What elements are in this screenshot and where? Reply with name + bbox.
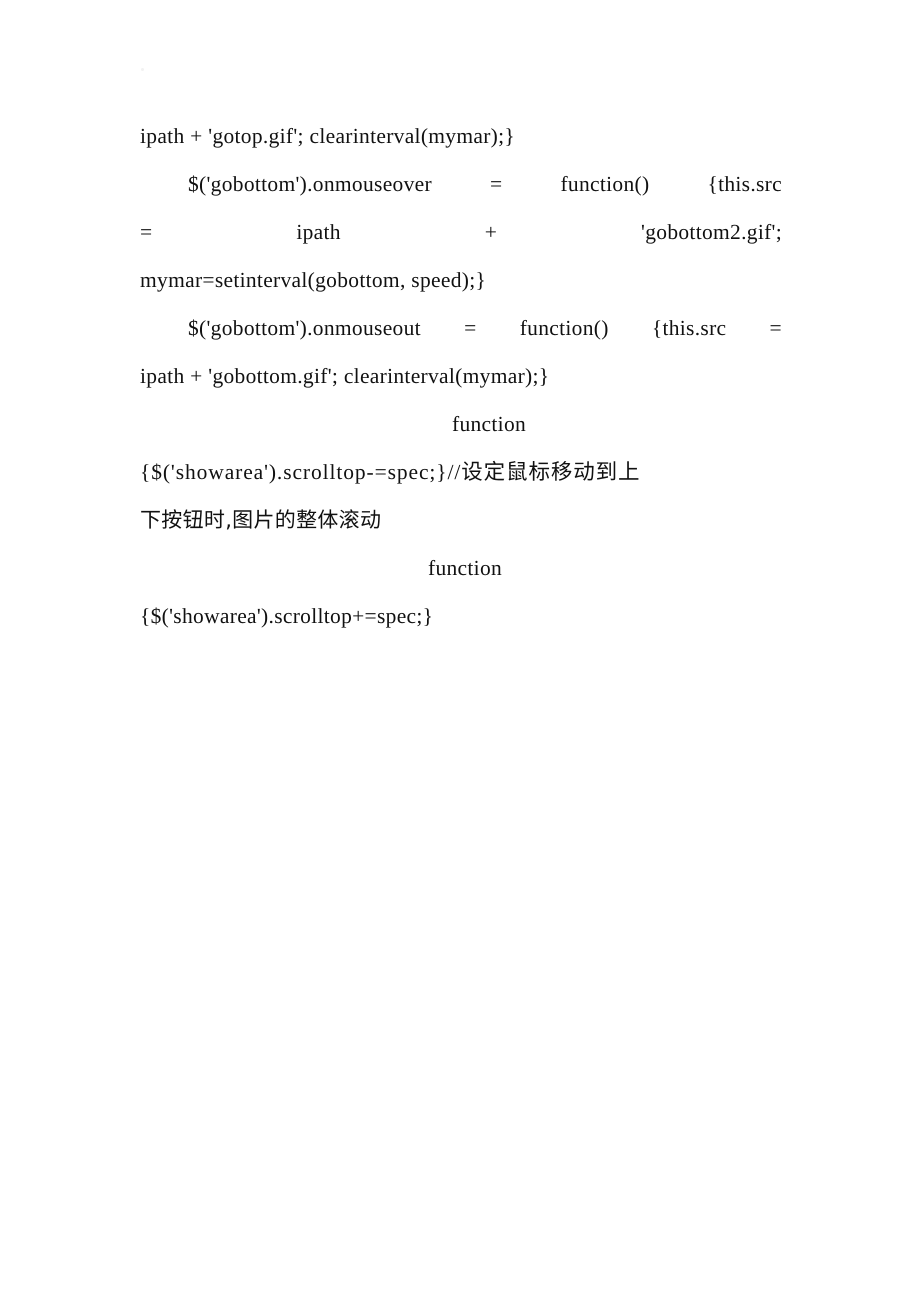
code-line-8: {$('showarea').scrolltop-=spec;}//设定鼠标移动…	[140, 460, 641, 484]
code-line-2-seg-1: $('gobottom').onmouseover	[188, 172, 432, 196]
code-line-2-seg-2: =	[489, 172, 503, 196]
code-line-2: $('gobottom').onmouseover = function() {…	[140, 160, 782, 208]
document-text-block: ipath + 'gotop.gif'; clearinterval(mymar…	[140, 112, 782, 640]
code-line-11: {$('showarea').scrolltop+=spec;}	[140, 604, 434, 628]
code-line-2-seg-3: function()	[560, 172, 650, 196]
code-line-2-seg-4: {this.src	[707, 172, 782, 196]
document-page: ipath + 'gotop.gif'; clearinterval(mymar…	[0, 0, 920, 1302]
code-line-5: $('gobottom').onmouseout = function() {t…	[140, 304, 782, 352]
code-line-5-seg-3: function()	[519, 316, 609, 340]
code-line-5-seg-1: $('gobottom').onmouseout	[188, 316, 421, 340]
code-line-10-seg-1: function	[428, 556, 503, 580]
code-line-3-seg-3: +	[484, 220, 498, 244]
scan-speck	[141, 68, 144, 71]
code-line-3-seg-1: =	[140, 220, 153, 244]
code-line-10: function gobottom()	[140, 544, 920, 592]
code-line-5-seg-2: =	[464, 316, 477, 340]
code-line-5-seg-5: =	[769, 316, 782, 340]
code-line-3-seg-4: 'gobottom2.gif';	[641, 220, 782, 244]
code-line-3-seg-2: ipath	[296, 220, 341, 244]
code-line-6: ipath + 'gobottom.gif'; clearinterval(my…	[140, 364, 550, 388]
code-line-9: 下按钮时,图片的整体滚动	[140, 508, 382, 532]
code-line-1: ipath + 'gotop.gif'; clearinterval(mymar…	[140, 124, 516, 148]
code-line-7: function gotop()	[140, 400, 920, 448]
code-line-5-seg-4: {this.src	[651, 316, 727, 340]
code-line-7-seg-1: function	[452, 412, 527, 436]
code-line-3: = ipath + 'gobottom2.gif';	[140, 208, 782, 256]
code-line-4: mymar=setinterval(gobottom, speed);}	[140, 268, 487, 292]
